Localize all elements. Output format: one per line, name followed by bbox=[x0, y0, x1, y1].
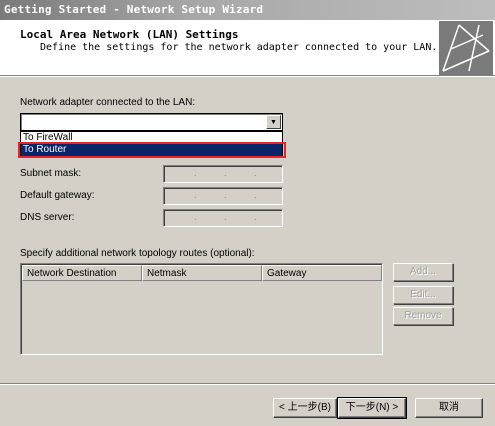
add-route-button[interactable]: Add... bbox=[393, 263, 453, 281]
chevron-down-icon[interactable]: ▼ bbox=[266, 115, 281, 129]
routes-label: Specify additional network topology rout… bbox=[20, 248, 255, 259]
header-title: Local Area Network (LAN) Settings bbox=[20, 28, 239, 41]
header-subtitle: Define the settings for the network adap… bbox=[40, 42, 438, 53]
cancel-button[interactable]: 取消 bbox=[415, 398, 483, 418]
edit-route-button[interactable]: Edit... bbox=[393, 286, 453, 304]
footer-separator bbox=[0, 383, 495, 385]
adapter-label: Network adapter connected to the LAN: bbox=[20, 97, 196, 108]
remove-route-button[interactable]: Remove bbox=[393, 307, 453, 325]
window-title: Getting Started - Network Setup Wizard bbox=[0, 0, 495, 20]
dns-server-field[interactable]: ... bbox=[163, 209, 283, 227]
wizard-header: Local Area Network (LAN) Settings Define… bbox=[0, 20, 495, 76]
network-graphic-icon bbox=[439, 21, 493, 75]
subnet-mask-field[interactable]: ... bbox=[163, 165, 283, 183]
dns-server-label: DNS server: bbox=[20, 212, 75, 223]
back-button[interactable]: < 上一步(B) bbox=[273, 398, 337, 418]
column-header-gateway[interactable]: Gateway bbox=[262, 265, 382, 281]
adapter-combobox[interactable]: ▼ bbox=[20, 113, 283, 131]
default-gateway-field[interactable]: ... bbox=[163, 187, 283, 205]
header-separator bbox=[0, 76, 495, 77]
column-header-network-destination[interactable]: Network Destination bbox=[22, 265, 142, 281]
column-header-netmask[interactable]: Netmask bbox=[142, 265, 262, 281]
next-button[interactable]: 下一步(N) > bbox=[337, 397, 407, 419]
selection-highlight bbox=[18, 142, 286, 158]
default-gateway-label: Default gateway: bbox=[20, 190, 95, 201]
subnet-mask-label: Subnet mask: bbox=[20, 168, 82, 179]
routes-table[interactable]: Network Destination Netmask Gateway bbox=[20, 263, 383, 355]
